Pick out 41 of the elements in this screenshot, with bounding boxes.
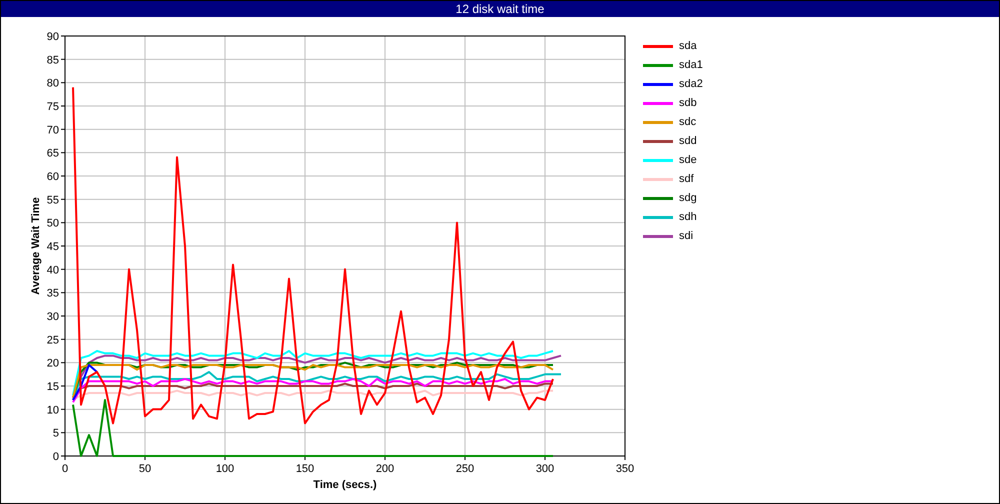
- window-title: 12 disk wait time: [1, 1, 999, 17]
- legend-label: sdf: [679, 173, 694, 185]
- x-tick-label: 250: [456, 463, 474, 475]
- y-tick-label: 5: [52, 428, 59, 440]
- y-tick-label: 10: [46, 404, 59, 416]
- y-tick-label: 30: [46, 311, 59, 323]
- y-tick-label: 40: [46, 264, 59, 276]
- legend-label: sdd: [679, 135, 697, 147]
- legend-label: sdi: [679, 230, 694, 242]
- y-tick-label: 75: [46, 101, 59, 113]
- y-tick-label: 55: [46, 194, 59, 206]
- y-tick-label: 45: [46, 241, 59, 253]
- y-tick-label: 90: [46, 31, 59, 43]
- y-tick-label: 50: [46, 218, 59, 230]
- y-tick-label: 65: [46, 148, 59, 160]
- x-tick-label: 350: [616, 463, 634, 475]
- y-tick-label: 80: [46, 78, 59, 90]
- legend-label: sdc: [679, 116, 696, 128]
- y-tick-label: 15: [46, 381, 59, 393]
- legend-label: sdg: [679, 192, 697, 204]
- x-tick-label: 50: [138, 463, 152, 475]
- y-tick-label: 25: [46, 334, 59, 346]
- legend-label: sdb: [679, 97, 697, 109]
- legend-label: sda2: [679, 78, 703, 90]
- y-tick-label: 85: [46, 54, 59, 66]
- x-tick-label: 150: [296, 463, 314, 475]
- legend-label: sda: [679, 40, 697, 52]
- x-tick-label: 0: [62, 463, 68, 475]
- y-tick-label: 70: [46, 124, 59, 136]
- y-tick-label: 20: [46, 358, 59, 370]
- legend-label: sde: [679, 154, 697, 166]
- x-tick-label: 300: [536, 463, 554, 475]
- y-axis-title: Average Wait Time: [30, 197, 42, 295]
- y-tick-label: 60: [46, 171, 59, 183]
- x-tick-label: 200: [376, 463, 394, 475]
- x-tick-label: 100: [216, 463, 234, 475]
- x-axis-title: Time (secs.): [313, 479, 377, 491]
- legend-label: sdh: [679, 211, 697, 223]
- y-tick-label: 35: [46, 288, 59, 300]
- legend-label: sda1: [679, 59, 703, 71]
- y-tick-label: 0: [52, 451, 59, 463]
